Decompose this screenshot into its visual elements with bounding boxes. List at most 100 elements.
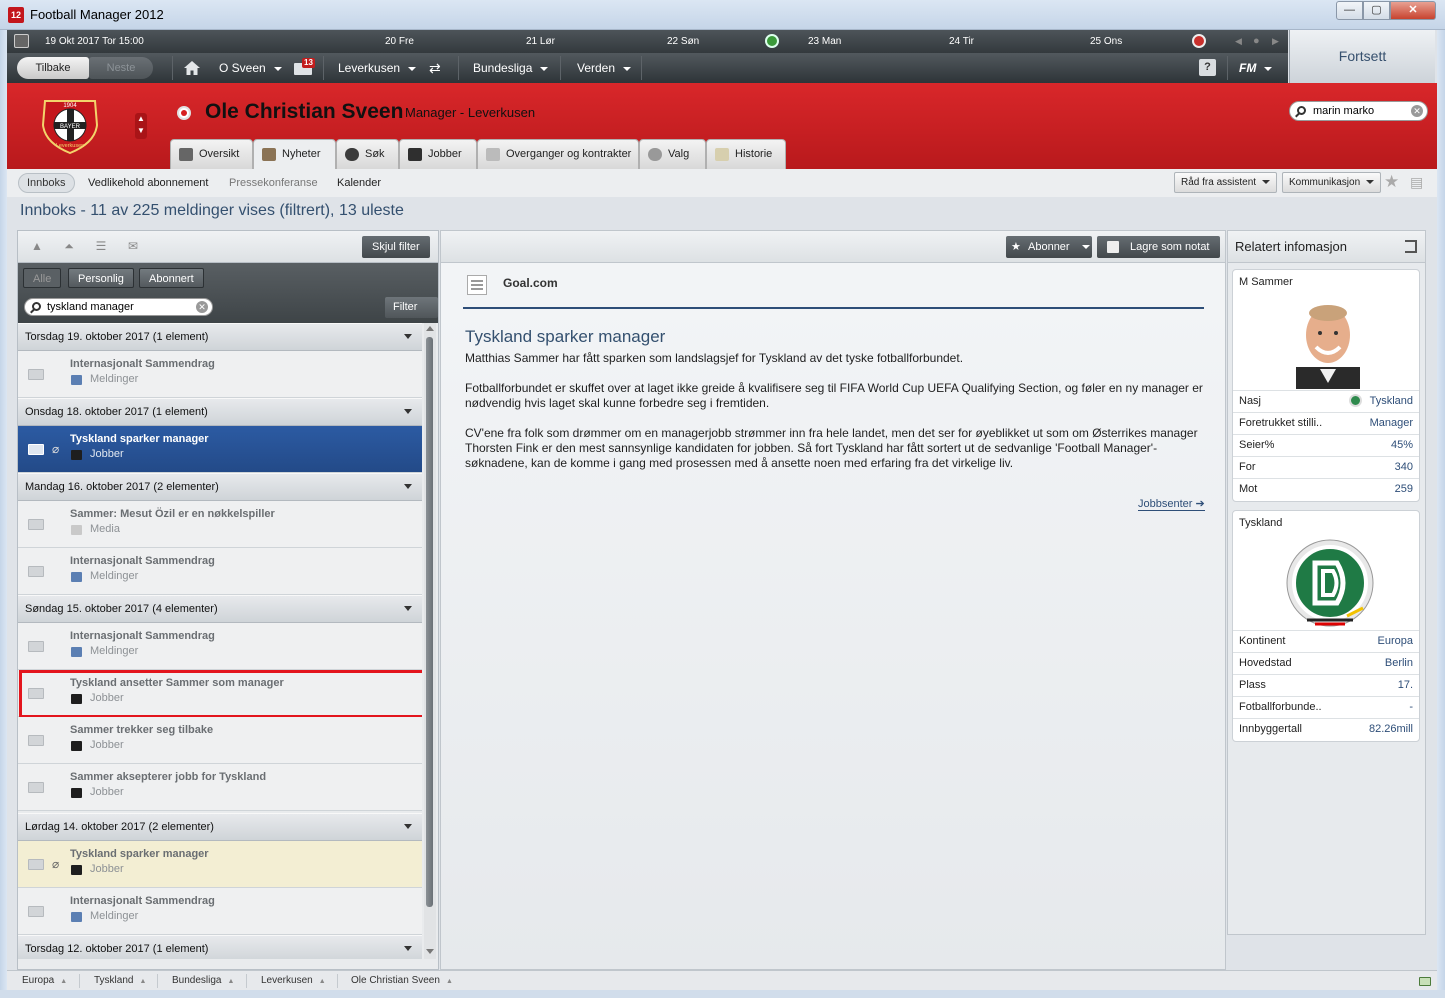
calendar-day[interactable]: 21 Lør xyxy=(526,30,555,53)
maximize-button[interactable]: ▢ xyxy=(1363,1,1390,20)
list-item[interactable]: Internasjonalt Sammendrag Meldinger xyxy=(18,548,422,595)
hide-filter-button[interactable]: Skjul filter xyxy=(362,236,430,258)
date-group-header[interactable]: Søndag 15. oktober 2017 (4 elementer) xyxy=(18,595,422,623)
message-search-input[interactable] xyxy=(47,300,187,314)
tab-news[interactable]: Nyheter xyxy=(253,139,336,169)
manager-name[interactable]: Ole Christian Sveen xyxy=(205,100,403,124)
league-menu[interactable]: Bundesliga xyxy=(473,53,549,83)
info-row: Fotballforbunde.. - xyxy=(1233,696,1419,718)
calendar-prev-icon[interactable]: ◀ xyxy=(1235,30,1242,53)
calendar-day[interactable]: 24 Tir xyxy=(949,30,974,53)
subtab-subscriptions[interactable]: Vedlikehold abonnement xyxy=(88,173,208,193)
subscribe-button[interactable]: ★ Abonner xyxy=(1006,236,1092,258)
date-group-header[interactable]: Onsdag 18. oktober 2017 (1 element) xyxy=(18,398,422,426)
date-group-header[interactable]: Torsdag 12. oktober 2017 (1 element) xyxy=(18,935,422,959)
date-group-header[interactable]: Lørdag 14. oktober 2017 (2 elementer) xyxy=(18,813,422,841)
club-crest-icon[interactable]: BAYER 1904 Leverkusen xyxy=(37,95,103,155)
help-button[interactable]: ? xyxy=(1199,59,1216,76)
message-list-scrollbar[interactable] xyxy=(424,323,436,959)
close-window-button[interactable]: ✕ xyxy=(1390,1,1436,20)
tab-overview[interactable]: Oversikt xyxy=(170,139,253,169)
calendar-day[interactable]: 22 Søn xyxy=(667,30,699,53)
list-item[interactable]: Sammer aksepterer jobb for Tyskland Jobb… xyxy=(18,764,422,811)
job-center-link[interactable]: Jobbsenter ➔ xyxy=(1138,497,1205,511)
list-item[interactable]: Internasjonalt Sammendrag Meldinger xyxy=(18,623,422,670)
list-item[interactable]: Tyskland ansetter Sammer som manager Job… xyxy=(18,670,422,718)
world-menu[interactable]: Verden xyxy=(577,53,632,83)
person-name[interactable]: M Sammer xyxy=(1239,276,1293,288)
date-group-header[interactable]: Mandag 16. oktober 2017 (2 elementer) xyxy=(18,473,422,501)
info-value[interactable]: Europa xyxy=(1378,631,1413,652)
list-view-icon[interactable]: ☰ xyxy=(94,240,108,252)
assistant-advice-dropdown[interactable]: Råd fra assistent xyxy=(1174,172,1278,193)
next-button[interactable]: Neste xyxy=(89,57,153,79)
status-indicator-icon[interactable] xyxy=(1419,977,1431,986)
global-search[interactable]: ✕ xyxy=(1289,101,1428,121)
mail-icon[interactable]: ✉ xyxy=(126,240,140,252)
calendar-today-icon[interactable]: ● xyxy=(1253,30,1260,53)
move-top-icon[interactable]: ⏶ xyxy=(62,240,76,252)
subtab-press-conference[interactable]: Pressekonferanse xyxy=(229,173,318,193)
filter-all[interactable]: Alle xyxy=(23,268,62,288)
date-group-header[interactable]: Torsdag 19. oktober 2017 (1 element) xyxy=(18,323,422,351)
calendar-icon[interactable] xyxy=(14,34,29,48)
inbox-shortcut[interactable]: 13 xyxy=(294,58,316,76)
fm-menu[interactable]: FM xyxy=(1239,53,1273,83)
scroll-down-icon[interactable] xyxy=(426,949,434,954)
subtab-inbox[interactable]: Innboks xyxy=(18,173,75,193)
add-note-icon[interactable]: ▤ xyxy=(1410,173,1423,191)
match-badge-icon[interactable] xyxy=(1192,34,1206,48)
club-switch-arrows-icon[interactable]: ▲ ▼ xyxy=(135,113,147,139)
message-search[interactable]: ✕ xyxy=(24,298,213,316)
tab-options[interactable]: Valg xyxy=(639,139,706,169)
collapse-panel-icon[interactable] xyxy=(1405,240,1417,253)
breadcrumb-manager[interactable]: Ole Christian Sveen ▲ xyxy=(351,975,453,986)
tab-jobs[interactable]: Jobber xyxy=(399,139,477,169)
communication-dropdown[interactable]: Kommunikasjon xyxy=(1282,172,1382,193)
info-value-nation[interactable]: Tyskland xyxy=(1348,391,1413,412)
list-item[interactable]: ⌀ Tyskland sparker manager Jobber xyxy=(18,841,422,888)
minimize-button[interactable]: — xyxy=(1336,1,1363,20)
chevron-down-icon xyxy=(408,66,417,71)
tab-search[interactable]: Søk xyxy=(336,139,399,169)
breadcrumb-germany[interactable]: Tyskland ▲ xyxy=(94,975,146,986)
info-value[interactable]: Berlin xyxy=(1385,653,1413,674)
tab-history[interactable]: Historie xyxy=(706,139,786,169)
calendar-day[interactable]: 25 Ons xyxy=(1090,30,1122,53)
scrollbar-thumb[interactable] xyxy=(426,337,433,907)
filter-subscribed[interactable]: Abonnert xyxy=(139,268,204,288)
list-item[interactable]: Sammer: Mesut Özil er en nøkkelspiller M… xyxy=(18,501,422,548)
nation-name[interactable]: Tyskland xyxy=(1239,517,1282,529)
home-icon[interactable] xyxy=(183,60,201,76)
breadcrumb-club[interactable]: Leverkusen ▲ xyxy=(261,975,326,986)
manager-menu[interactable]: O Sveen xyxy=(219,53,282,83)
back-button[interactable]: Tilbake xyxy=(17,57,89,79)
move-up-icon[interactable]: ▲ xyxy=(30,240,44,252)
breadcrumb-league[interactable]: Bundesliga ▲ xyxy=(172,975,234,986)
subtab-calendar[interactable]: Kalender xyxy=(337,173,381,193)
clear-search-icon[interactable]: ✕ xyxy=(196,301,208,313)
filter-personal[interactable]: Personlig xyxy=(68,268,134,288)
collapse-icon xyxy=(404,334,412,339)
scroll-up-icon[interactable] xyxy=(426,326,434,331)
filter-dropdown[interactable]: Filter xyxy=(385,297,438,331)
swap-arrows-icon[interactable]: ⇄ xyxy=(429,53,441,83)
list-item[interactable]: Sammer trekker seg tilbake Jobber xyxy=(18,717,422,764)
info-value: 82.26mill xyxy=(1368,723,1413,735)
continue-button[interactable]: Fortsett xyxy=(1289,30,1435,83)
list-item[interactable]: Internasjonalt Sammendrag Meldinger xyxy=(18,351,422,398)
calendar-day[interactable]: 23 Man xyxy=(808,30,841,53)
tab-transfers[interactable]: Overganger og kontrakter xyxy=(477,139,639,169)
list-item-selected[interactable]: ⌀ Tyskland sparker manager Jobber xyxy=(18,426,422,473)
breadcrumb-europe[interactable]: Europa ▲ xyxy=(22,975,67,986)
club-menu[interactable]: Leverkusen xyxy=(338,53,417,83)
message-list-panel: ▲ ⏶ ☰ ✉ Skjul filter Alle Personlig Abon… xyxy=(17,230,439,970)
calendar-next-icon[interactable]: ▶ xyxy=(1272,30,1279,53)
star-icon[interactable]: ★ xyxy=(1384,173,1399,191)
match-badge-icon[interactable] xyxy=(765,34,779,48)
clear-search-icon[interactable]: ✕ xyxy=(1411,105,1423,117)
calendar-day[interactable]: 20 Fre xyxy=(385,30,414,53)
global-search-input[interactable] xyxy=(1313,104,1408,118)
save-as-note-button[interactable]: Lagre som notat xyxy=(1097,236,1220,258)
list-item[interactable]: Internasjonalt Sammendrag Meldinger xyxy=(18,888,422,935)
